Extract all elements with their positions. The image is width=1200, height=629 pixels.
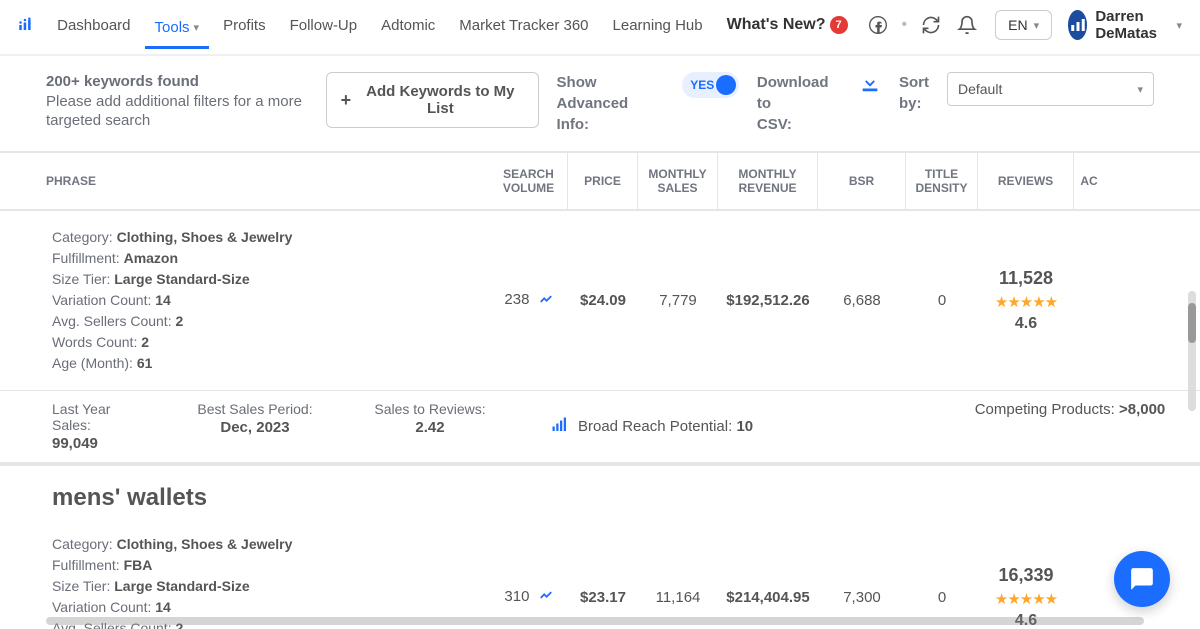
cell-search-volume: 238 [490, 281, 568, 319]
results-count: 200+ keywords found [46, 72, 308, 92]
horizontal-scrollbar[interactable] [46, 617, 1144, 625]
cell-phrase-meta: Category: Clothing, Shoes & Jewelry Fulf… [0, 518, 490, 629]
toggle-knob [716, 75, 736, 95]
nav-dashboard[interactable]: Dashboard [47, 11, 140, 40]
th-title-density[interactable]: TITLEDENSITY [906, 153, 978, 209]
cell-monthly-revenue: $192,512.26 [718, 282, 818, 319]
th-search-volume[interactable]: SEARCHVOLUME [490, 153, 568, 209]
chevron-down-icon: ▾ [1176, 19, 1182, 32]
th-phrase[interactable]: PHRASE [0, 153, 490, 209]
table-row: Category: Clothing, Shoes & Jewelry Fulf… [0, 211, 1200, 466]
toggle-label: YES [690, 78, 714, 92]
chevron-down-icon: ▾ [1137, 83, 1143, 96]
nav-tools[interactable]: Tools ▾ [145, 13, 210, 49]
nav-learning-hub[interactable]: Learning Hub [603, 11, 713, 40]
cell-title-density: 0 [906, 282, 978, 319]
nav-whatsnew[interactable]: What's New? 7 [717, 10, 858, 40]
stat-sales-to-reviews: Sales to Reviews:2.42 [340, 399, 520, 454]
scroll-thumb[interactable] [1188, 303, 1196, 343]
th-monthly-sales[interactable]: MONTHLYSALES [638, 153, 718, 209]
star-icons: ★★★★★ [995, 590, 1057, 608]
stat-last-year-sales: Last Year Sales:99,049 [0, 399, 170, 454]
table-row: Category: Clothing, Shoes & Jewelry Fulf… [0, 518, 1200, 629]
trend-icon[interactable] [538, 292, 554, 310]
whatsnew-label: What's New? [727, 16, 826, 34]
add-keywords-label: Add Keywords to My List [357, 83, 523, 117]
cell-title-density: 0 [906, 579, 978, 616]
language-label: EN [1008, 17, 1027, 33]
logo-icon[interactable] [18, 14, 33, 36]
refresh-icon[interactable] [921, 13, 941, 37]
top-nav: Dashboard Tools ▾ Profits Follow-Up Adto… [0, 0, 1200, 56]
review-rating: 4.6 [1015, 315, 1037, 333]
nav-tools-label: Tools [155, 19, 190, 36]
cell-monthly-sales: 7,779 [638, 282, 718, 319]
vertical-scrollbar[interactable] [1188, 291, 1196, 411]
sort-label: Sortby: [899, 72, 929, 114]
language-selector[interactable]: EN ▾ [995, 10, 1052, 40]
download-label: Download toCSV: [757, 72, 841, 135]
user-menu[interactable]: Darren DeMatas ▾ [1068, 8, 1182, 42]
nav-followup[interactable]: Follow-Up [280, 11, 368, 40]
sort-value: Default [958, 81, 1002, 97]
cell-monthly-revenue: $214,404.95 [718, 579, 818, 616]
cell-price: $23.17 [568, 579, 638, 616]
username: Darren DeMatas [1095, 8, 1168, 42]
stats-bar: Last Year Sales:99,049 Best Sales Period… [0, 390, 1200, 464]
bell-icon[interactable] [957, 13, 977, 37]
show-advanced-label: Show AdvancedInfo: [557, 72, 665, 135]
avatar-icon [1068, 10, 1087, 40]
signal-icon [550, 416, 570, 438]
facebook-icon[interactable] [868, 13, 888, 37]
cell-monthly-sales: 11,164 [638, 579, 718, 616]
nav-adtomic[interactable]: Adtomic [371, 11, 445, 40]
cell-bsr: 6,688 [818, 282, 906, 319]
nav-market-tracker[interactable]: Market Tracker 360 [449, 11, 598, 40]
th-reviews[interactable]: REVIEWS [978, 153, 1074, 209]
stat-best-sales-period: Best Sales Period:Dec, 2023 [170, 399, 340, 454]
stat-competing-products: Competing Products: >8,000 [940, 399, 1200, 454]
sort-select[interactable]: Default ▾ [947, 72, 1154, 106]
cell-bsr: 7,300 [818, 579, 906, 616]
th-ac[interactable]: AC [1074, 153, 1104, 209]
th-price[interactable]: PRICE [568, 153, 638, 209]
chevron-down-icon: ▾ [1034, 19, 1040, 32]
toolbar: 200+ keywords found Please add additiona… [0, 66, 1200, 151]
advanced-info-toggle[interactable]: YES [682, 72, 739, 98]
cell-reviews: 11,528 ★★★★★ 4.6 [978, 258, 1074, 343]
cell-phrase-meta: Category: Clothing, Shoes & Jewelry Fulf… [0, 211, 490, 390]
review-count: 16,339 [998, 565, 1053, 586]
plus-icon: + [341, 90, 352, 111]
download-icon[interactable] [859, 72, 881, 94]
nav-profits[interactable]: Profits [213, 11, 276, 40]
cell-search-volume: 310 [490, 578, 568, 616]
whatsnew-badge: 7 [830, 16, 848, 34]
chat-button[interactable] [1114, 551, 1170, 607]
th-monthly-revenue[interactable]: MONTHLYREVENUE [718, 153, 818, 209]
chevron-down-icon: ▾ [194, 21, 200, 34]
th-bsr[interactable]: BSR [818, 153, 906, 209]
results-hint: Please add additional filters for a more… [46, 92, 308, 131]
phrase-title[interactable]: mens' wallets [0, 466, 1200, 518]
cell-price: $24.09 [568, 282, 638, 319]
separator-dot: • [902, 16, 908, 34]
star-icons: ★★★★★ [995, 293, 1057, 311]
review-count: 11,528 [999, 268, 1053, 289]
add-keywords-button[interactable]: + Add Keywords to My List [326, 72, 539, 128]
results-table: PHRASE SEARCHVOLUME PRICE MONTHLYSALES M… [0, 151, 1200, 629]
results-info: 200+ keywords found Please add additiona… [46, 72, 308, 131]
stat-broad-reach: Broad Reach Potential: 10 [520, 399, 940, 454]
trend-icon[interactable] [538, 588, 554, 606]
table-header: PHRASE SEARCHVOLUME PRICE MONTHLYSALES M… [0, 151, 1200, 211]
